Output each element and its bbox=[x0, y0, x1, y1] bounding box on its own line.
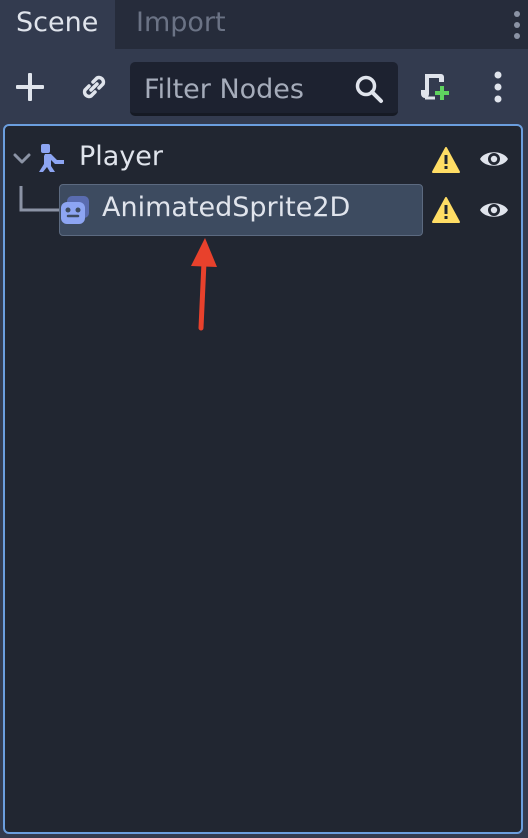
chevron-down-icon[interactable] bbox=[13, 152, 31, 166]
add-node-button[interactable] bbox=[10, 65, 50, 109]
visibility-eye-icon[interactable] bbox=[479, 198, 509, 222]
tree-row-player[interactable]: Player bbox=[5, 136, 521, 182]
attach-script-button[interactable] bbox=[414, 65, 454, 109]
search-icon bbox=[355, 75, 383, 103]
tab-scene[interactable]: Scene bbox=[0, 0, 115, 49]
tab-options-icon[interactable] bbox=[506, 0, 528, 49]
node-label: Player bbox=[79, 141, 164, 172]
tab-bar: Scene Import bbox=[0, 0, 528, 49]
scene-dock: Scene Import Filter Nodes Player Animate… bbox=[0, 0, 528, 838]
link-icon bbox=[82, 75, 106, 99]
filter-nodes-input[interactable] bbox=[142, 66, 346, 112]
node-label: AnimatedSprite2D bbox=[102, 192, 351, 223]
animated-sprite-icon bbox=[61, 196, 89, 224]
more-vertical-icon bbox=[494, 71, 502, 103]
warning-icon[interactable] bbox=[431, 196, 461, 224]
filter-nodes-field[interactable] bbox=[130, 62, 398, 116]
scene-tree[interactable]: Player AnimatedSprite2D bbox=[3, 124, 523, 834]
visibility-eye-icon[interactable] bbox=[479, 147, 509, 171]
tab-import[interactable]: Import bbox=[120, 0, 242, 49]
plus-icon bbox=[16, 73, 44, 101]
tree-row-animatedsprite2d[interactable]: AnimatedSprite2D bbox=[5, 184, 521, 236]
add-script-icon bbox=[421, 74, 449, 100]
character-body-icon bbox=[39, 144, 64, 172]
instantiate-scene-button[interactable] bbox=[74, 65, 114, 109]
scene-toolbar bbox=[0, 49, 528, 126]
warning-icon[interactable] bbox=[431, 146, 461, 174]
more-options-button[interactable] bbox=[478, 65, 518, 109]
